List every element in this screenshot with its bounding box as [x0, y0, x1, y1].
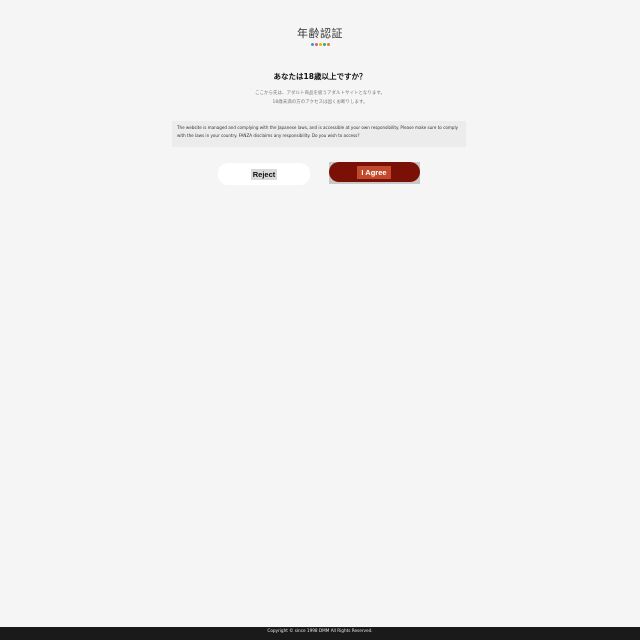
dot-icon	[310, 43, 314, 46]
under-18-warning: 18歳未満の方のアクセスは固くお断りします。	[272, 100, 368, 105]
reject-button[interactable]: Reject	[218, 163, 310, 185]
dot-icon	[322, 43, 326, 46]
reject-button-label: Reject	[251, 169, 277, 180]
agree-button-wrapper: I Agree	[329, 162, 420, 184]
dot-icon	[318, 43, 322, 46]
page-title: 年齢認証	[297, 27, 343, 40]
legal-disclaimer: The website is managed and complying wit…	[172, 121, 466, 147]
agree-button[interactable]: I Agree	[329, 162, 420, 182]
age-question: あなたは18歳以上ですか？	[273, 72, 367, 81]
decorative-dots	[0, 43, 640, 48]
footer-copyright: Copyright © since 1998 DMM All Rights Re…	[0, 627, 640, 640]
age-verification-page: 年齢認証 あなたは18歳以上ですか？ ここから先は、アダルト商品を扱うアダルトサ…	[0, 0, 640, 640]
dot-icon	[326, 43, 330, 46]
agree-button-label: I Agree	[357, 166, 391, 179]
adult-site-notice: ここから先は、アダルト商品を扱うアダルトサイトとなります。	[255, 91, 385, 96]
dot-icon	[314, 43, 318, 46]
